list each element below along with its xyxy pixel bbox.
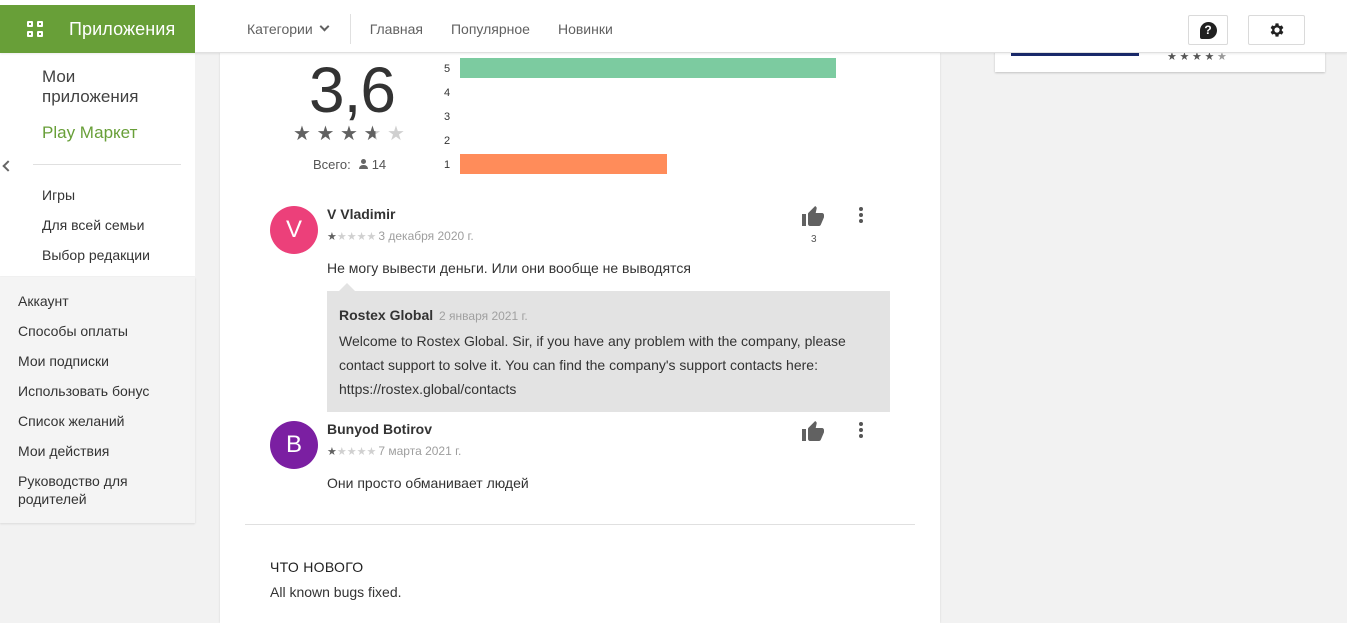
- reply-developer: Rostex Global 2 января 2021 г.: [339, 307, 528, 323]
- histogram-label: 3: [444, 111, 451, 123]
- nav-popular-link[interactable]: Популярное: [451, 21, 530, 37]
- review-text: Не могу вывести деньги. Или они вообще н…: [327, 260, 691, 276]
- review-date: 3 декабря 2020 г.: [378, 229, 474, 243]
- apps-tab-label: Приложения: [69, 18, 176, 39]
- sidebar-item-family[interactable]: Для всей семьи: [42, 217, 144, 233]
- star-icon: ★: [366, 231, 377, 243]
- sidebar-apps: Мои приложения Play Маркет Игры Для всей…: [0, 53, 195, 276]
- star-icon: ★: [346, 231, 357, 243]
- rating-score: 3,6: [309, 54, 396, 126]
- whats-new-text: All known bugs fixed.: [270, 584, 402, 600]
- sidebar-item-redeem[interactable]: Использовать бонус: [18, 382, 188, 400]
- rating-total-label: Всего:: [313, 157, 351, 172]
- gear-icon: [1270, 23, 1283, 37]
- histogram-label: 5: [444, 63, 451, 75]
- star-icon: ★: [293, 123, 311, 145]
- apps-grid-icon: [27, 21, 43, 37]
- sidebar-item-games[interactable]: Игры: [42, 187, 75, 203]
- review-meta: ★★★★★ 3 декабря 2020 г.: [327, 229, 474, 243]
- rating-total: Всего: 14: [313, 157, 386, 172]
- more-vert-icon[interactable]: [859, 207, 863, 223]
- nav-divider: [349, 14, 351, 44]
- sidebar-item-editors-choice[interactable]: Выбор редакции: [42, 247, 150, 263]
- sidebar-item-account[interactable]: Аккаунт: [18, 292, 188, 310]
- whats-new-title: ЧТО НОВОГО: [270, 559, 364, 575]
- avatar: V: [270, 206, 318, 254]
- star-icon: ★: [356, 446, 367, 458]
- top-nav: Категории Главная Популярное Новинки: [247, 5, 641, 53]
- sidebar-item-subscriptions[interactable]: Мои подписки: [18, 352, 188, 370]
- histogram-label: 2: [444, 135, 451, 147]
- sidebar-divider: [33, 164, 181, 165]
- help-button[interactable]: ?: [1188, 15, 1228, 45]
- sidebar-item-parent-guide[interactable]: Руководство для родителей: [18, 472, 188, 508]
- star-icon: ★: [356, 231, 367, 243]
- sidebar-item-activity[interactable]: Мои действия: [18, 442, 188, 460]
- nav-home-link[interactable]: Главная: [370, 21, 423, 37]
- settings-button[interactable]: [1248, 15, 1305, 45]
- histogram-bar: [460, 58, 836, 78]
- histogram-bar: [460, 154, 667, 174]
- nav-new-link[interactable]: Новинки: [558, 21, 613, 37]
- star-icon: ★: [336, 446, 347, 458]
- like-count: 3: [811, 234, 817, 245]
- review-stars: ★★★★★: [327, 229, 376, 243]
- star-icon: ★: [327, 231, 337, 243]
- sidebar-account: Аккаунт Способы оплаты Мои подписки Испо…: [0, 277, 195, 523]
- star-icon: ★: [316, 123, 335, 145]
- histogram-label: 1: [444, 159, 451, 171]
- star-icon: ★: [340, 123, 358, 145]
- developer-reply: Rostex Global 2 января 2021 г. Welcome t…: [327, 283, 890, 412]
- star-icon: ★: [346, 446, 357, 458]
- reply-text: Welcome to Rostex Global. Sir, if you ha…: [339, 333, 846, 397]
- more-vert-icon[interactable]: [859, 422, 863, 438]
- reply-developer-name: Rostex Global: [339, 307, 434, 323]
- review-stars: ★★★★★: [327, 444, 376, 458]
- review-author: V Vladimir: [327, 206, 396, 222]
- categories-dropdown[interactable]: Категории: [247, 21, 330, 37]
- review-meta: ★★★★★ 7 марта 2021 г.: [327, 444, 461, 458]
- categories-label: Категории: [247, 21, 313, 37]
- star-icon: ★: [364, 123, 388, 145]
- review-author: Bunyod Botirov: [327, 421, 432, 437]
- star-icon: ★: [366, 446, 377, 458]
- review-text: Они просто обманивает людей: [327, 475, 529, 491]
- sidebar-play-market[interactable]: Play Маркет: [42, 123, 137, 143]
- reply-date: 2 января 2021 г.: [439, 309, 528, 323]
- sidebar-my-apps[interactable]: Мои приложения: [42, 67, 162, 107]
- apps-tab[interactable]: Приложения: [0, 5, 195, 53]
- top-bar: Приложения Категории Главная Популярное …: [0, 0, 1347, 53]
- histogram-label: 4: [444, 87, 451, 99]
- sidebar-item-wishlist[interactable]: Список желаний: [18, 412, 188, 430]
- rating-stars: ★ ★ ★ ★ ★: [293, 123, 411, 145]
- star-icon: ★: [327, 446, 337, 458]
- star-icon: ★: [387, 123, 405, 145]
- thumb-up-icon[interactable]: [801, 420, 825, 444]
- question-icon: ?: [1199, 21, 1217, 39]
- chevron-down-icon: [319, 21, 330, 32]
- section-divider: [245, 524, 915, 525]
- avatar: B: [270, 421, 318, 469]
- sidebar-item-payment-methods[interactable]: Способы оплаты: [18, 322, 188, 340]
- person-icon: [358, 159, 369, 170]
- star-icon: ★: [336, 231, 347, 243]
- review-date: 7 марта 2021 г.: [378, 444, 462, 458]
- reviews-card: 3,6 ★ ★ ★ ★ ★ Всего: 14 54321 V V Vladimir ★…: [220, 53, 940, 623]
- rating-total-count: 14: [371, 157, 387, 172]
- thumb-up-icon[interactable]: [801, 205, 825, 229]
- review-item: B Bunyod Botirov ★★★★★ 7 марта 2021 г. О…: [270, 421, 900, 501]
